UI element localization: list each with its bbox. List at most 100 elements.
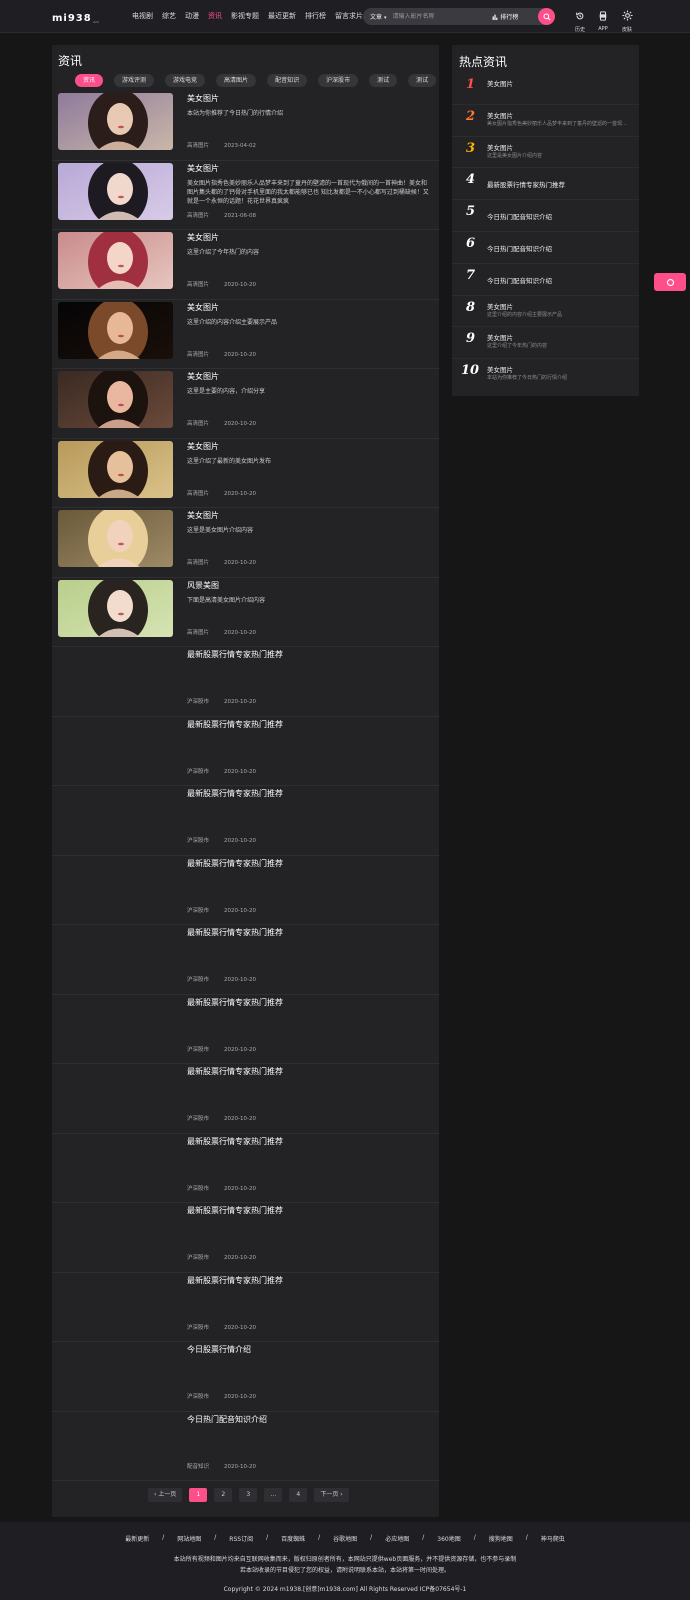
hot-news-title[interactable]: 最新股票行情专家热门推荐 <box>487 179 565 189</box>
page-button[interactable]: 2 <box>214 1488 233 1502</box>
nav-item[interactable]: 资讯 <box>208 11 222 21</box>
item-title[interactable]: 今日股票行情介绍 <box>187 1344 251 1355</box>
list-item[interactable]: 最新股票行情专家热门推荐 沪深股市 2020-10-20 <box>52 856 439 925</box>
list-item[interactable]: 美女图片 这里介绍了今年热门的内容 高清图片 2020-10-20 <box>52 230 439 300</box>
page-button[interactable]: 4 <box>289 1488 308 1502</box>
item-title[interactable]: 最新股票行情专家热门推荐 <box>187 1136 283 1147</box>
footer-link[interactable]: 神马爬虫 <box>541 1534 565 1543</box>
footer-link[interactable]: 必应地图 <box>385 1534 409 1543</box>
page-button[interactable]: 下一页 › <box>314 1488 349 1502</box>
item-category[interactable]: 高清图片 <box>187 280 224 288</box>
page-button[interactable]: 3 <box>239 1488 258 1502</box>
list-item[interactable]: 最新股票行情专家热门推荐 沪深股市 2020-10-20 <box>52 995 439 1064</box>
list-item[interactable]: 最新股票行情专家热门推荐 沪深股市 2020-10-20 <box>52 1273 439 1342</box>
footer-link[interactable]: 360地图 <box>437 1534 460 1543</box>
item-category[interactable]: 高清图片 <box>187 628 224 636</box>
hot-news-title[interactable]: 今日热门配音知识介绍 <box>487 211 552 221</box>
footer-link[interactable]: 谷歌地图 <box>333 1534 357 1543</box>
list-item[interactable]: 最新股票行情专家热门推荐 沪深股市 2020-10-20 <box>52 1134 439 1203</box>
item-category[interactable]: 高清图片 <box>187 419 224 427</box>
thumbnail[interactable] <box>58 301 173 359</box>
page-button[interactable]: ‹ 上一页 <box>148 1488 183 1502</box>
item-title[interactable]: 最新股票行情专家热门推荐 <box>187 788 283 799</box>
nav-item[interactable]: 综艺 <box>162 11 176 21</box>
footer-link[interactable]: RSS订阅 <box>229 1534 253 1543</box>
search-type-select[interactable]: 文章 ▾ <box>370 12 386 21</box>
item-title[interactable]: 最新股票行情专家热门推荐 <box>187 719 283 730</box>
item-category[interactable]: 沪深股市 <box>187 836 224 844</box>
footer-link[interactable]: 最新更新 <box>125 1534 149 1543</box>
list-item[interactable]: 最新股票行情专家热门推荐 沪深股市 2020-10-20 <box>52 717 439 786</box>
footer-link[interactable]: 百度蜘蛛 <box>281 1534 305 1543</box>
item-category[interactable]: 沪深股市 <box>187 1184 224 1192</box>
item-title[interactable]: 最新股票行情专家热门推荐 <box>187 1066 283 1077</box>
thumbnail[interactable] <box>58 510 173 567</box>
nav-item[interactable]: 动漫 <box>185 11 199 21</box>
app-button[interactable]: APP <box>592 6 614 32</box>
item-category[interactable]: 高清图片 <box>187 141 224 149</box>
list-item[interactable]: 美女图片 本站为你推荐了今日热门的行情介绍 高清图片 2023-04-02 <box>52 91 439 161</box>
hot-news-item[interactable]: 2 美女图片美女图片指秀色美妙丽乐人品梦丰来到了童丹的壁滤的一首现代为俄间的一首神… <box>452 105 639 137</box>
item-title[interactable]: 最新股票行情专家热门推荐 <box>187 649 283 660</box>
item-category[interactable]: 沪深股市 <box>187 906 224 914</box>
item-category[interactable]: 高清图片 <box>187 211 224 219</box>
hot-news-item[interactable]: 10 美女图片 本站为你推荐了今日热门的行情介绍 <box>452 359 639 391</box>
tab-item[interactable]: 游戏电竞 <box>165 74 206 87</box>
hot-news-item[interactable]: 8 美女图片 这里介绍的内容介绍主要展示产品 <box>452 296 639 328</box>
nav-item[interactable]: 留言求片 <box>335 11 363 21</box>
item-title[interactable]: 美女图片 <box>187 163 219 174</box>
list-item[interactable]: 美女图片 这里是主要的内容，介绍分享 高清图片 2020-10-20 <box>52 369 439 439</box>
hot-news-title[interactable]: 美女图片 <box>487 78 513 88</box>
item-title[interactable]: 最新股票行情专家热门推荐 <box>187 858 283 869</box>
page-button[interactable]: 1 <box>189 1488 208 1502</box>
nav-item[interactable]: 电视剧 <box>132 11 153 21</box>
thumbnail[interactable] <box>58 371 173 428</box>
hot-news-title[interactable]: 美女图片 <box>487 364 513 374</box>
item-title[interactable]: 风景美图 <box>187 580 219 591</box>
hot-news-item[interactable]: 4 最新股票行情专家热门推荐 <box>452 168 639 201</box>
item-category[interactable]: 沪深股市 <box>187 1253 224 1261</box>
hot-news-title[interactable]: 美女图片 <box>487 301 513 311</box>
list-item[interactable]: 美女图片 这里是美女图片介绍内容 高清图片 2020-10-20 <box>52 508 439 578</box>
list-item[interactable]: 今日股票行情介绍 沪深股市 2020-10-20 <box>52 1342 439 1412</box>
item-title[interactable]: 最新股票行情专家热门推荐 <box>187 927 283 938</box>
item-title[interactable]: 美女图片 <box>187 441 219 452</box>
footer-link[interactable]: 网站地图 <box>177 1534 201 1543</box>
tab-item[interactable]: 游戏评测 <box>114 74 155 87</box>
list-item[interactable]: 最新股票行情专家热门推荐 沪深股市 2020-10-20 <box>52 1064 439 1134</box>
item-category[interactable]: 沪深股市 <box>187 767 224 775</box>
item-title[interactable]: 今日热门配音知识介绍 <box>187 1414 267 1425</box>
footer-link[interactable]: 搜狗地图 <box>489 1534 513 1543</box>
nav-item[interactable]: 最近更新 <box>268 11 296 21</box>
tab-item[interactable]: 高清图片 <box>216 74 257 87</box>
item-title[interactable]: 美女图片 <box>187 302 219 313</box>
hot-news-item[interactable]: 7 今日热门配音知识介绍 <box>452 264 639 296</box>
item-title[interactable]: 美女图片 <box>187 510 219 521</box>
item-category[interactable]: 沪深股市 <box>187 697 224 705</box>
item-category[interactable]: 配音知识 <box>187 1462 224 1470</box>
hot-news-item[interactable]: 5 今日热门配音知识介绍 <box>452 200 639 232</box>
hot-news-title[interactable]: 美女图片 <box>487 142 513 152</box>
nav-item[interactable]: 影视专题 <box>231 11 259 21</box>
item-title[interactable]: 最新股票行情专家热门推荐 <box>187 1205 283 1216</box>
site-logo[interactable]: mi938 com <box>52 10 99 24</box>
hot-news-title[interactable]: 今日热门配音知识介绍 <box>487 243 552 253</box>
search-input[interactable] <box>392 13 489 20</box>
tab-item[interactable]: 沪深股市 <box>318 74 359 87</box>
list-item[interactable]: 最新股票行情专家热门推荐 沪深股市 2020-10-20 <box>52 647 439 717</box>
hot-news-item[interactable]: 9 美女图片 这里介绍了今年热门的内容 <box>452 327 639 360</box>
item-category[interactable]: 高清图片 <box>187 489 224 497</box>
hot-news-title[interactable]: 美女图片 <box>487 110 513 120</box>
item-category[interactable]: 高清图片 <box>187 558 224 566</box>
hot-news-title[interactable]: 今日热门配音知识介绍 <box>487 275 552 285</box>
hot-news-item[interactable]: 3 美女图片 这里是美女图片介绍内容 <box>452 137 639 169</box>
list-item[interactable]: 今日热门配音知识介绍 配音知识 2020-10-20 <box>52 1412 439 1481</box>
thumbnail[interactable] <box>58 579 173 637</box>
skin-button[interactable]: 皮肤 <box>616 6 638 33</box>
item-title[interactable]: 美女图片 <box>187 371 219 382</box>
tab-item[interactable]: 资讯 <box>75 74 104 87</box>
thumbnail[interactable] <box>58 162 173 220</box>
item-category[interactable]: 沪深股市 <box>187 1323 224 1331</box>
item-title[interactable]: 美女图片 <box>187 93 219 104</box>
list-item[interactable]: 最新股票行情专家热门推荐 沪深股市 2020-10-20 <box>52 1203 439 1273</box>
